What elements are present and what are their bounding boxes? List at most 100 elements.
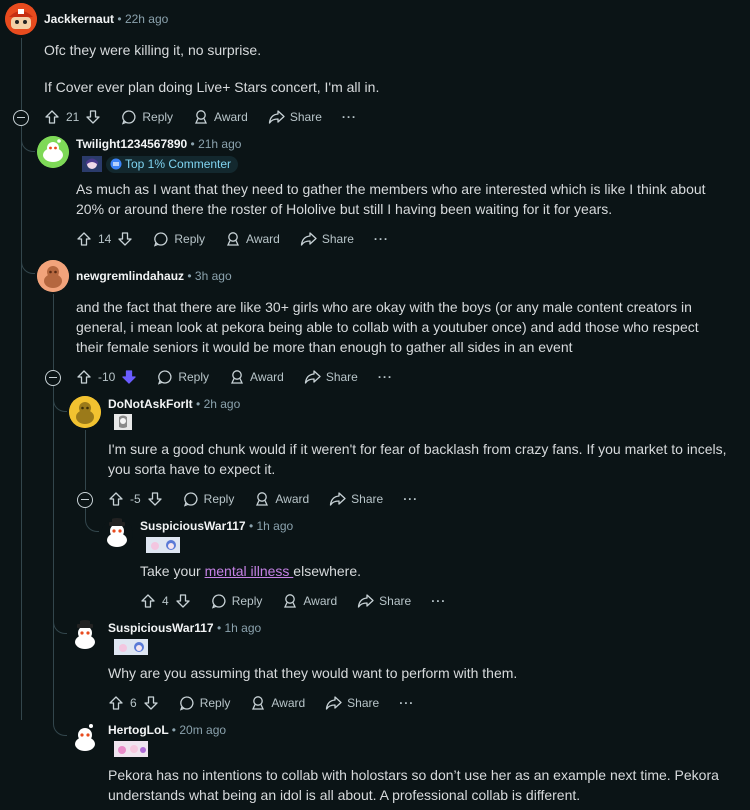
thread-line [53,386,54,716]
status-badge[interactable]: Top 1% Commenter [106,155,239,173]
username[interactable]: Jackkernaut [44,12,114,26]
timestamp[interactable]: 21h ago [198,137,241,151]
award-button[interactable]: Award [193,109,248,125]
timestamp[interactable]: 22h ago [125,12,168,26]
comment-link[interactable]: mental illness [205,563,294,579]
share-icon [268,110,285,124]
upvote-icon[interactable] [44,109,60,125]
award-label: Award [275,492,310,506]
more-options-button[interactable]: ··· [431,594,446,608]
more-options-button[interactable]: ··· [342,110,357,124]
award-icon [256,492,269,506]
collapse-icon[interactable] [45,370,61,386]
award-icon [227,232,240,246]
username[interactable]: newgremlindahauz [76,269,184,283]
collapse-icon[interactable] [13,110,29,126]
award-button[interactable]: Award [229,369,284,385]
share-icon [326,696,342,710]
downvote-icon[interactable] [175,593,191,609]
share-icon [304,370,321,384]
share-button[interactable]: Share [357,593,411,609]
reply-button[interactable]: Reply [121,109,173,125]
share-label: Share [347,696,380,710]
award-button[interactable]: Award [282,593,337,609]
upvote-icon[interactable] [108,491,124,507]
share-button[interactable]: Share [268,109,322,125]
award-label: Award [214,110,248,124]
avatar[interactable] [69,722,101,754]
username[interactable]: SuspiciousWar117 [108,621,214,635]
timestamp[interactable]: 2h ago [204,397,241,411]
username[interactable]: HertogLoL [108,723,168,737]
avatar[interactable] [37,260,69,292]
thread-elbow [21,250,35,274]
action-bar: 14 Reply Award Share ··· [76,227,409,251]
reply-icon [183,492,198,507]
reply-button[interactable]: Reply [179,695,230,711]
thread-elbow [21,124,35,152]
comment-body: As much as I want that they need to gath… [76,181,706,217]
reply-button[interactable]: Reply [183,491,234,507]
more-options-button[interactable]: ··· [399,696,414,710]
share-button[interactable]: Share [329,491,383,507]
timestamp[interactable]: 1h ago [225,621,262,635]
upvote-icon[interactable] [108,695,124,711]
thread-elbow [53,610,67,634]
downvote-icon[interactable] [121,369,137,385]
avatar[interactable] [69,396,101,428]
comment-text: elsewhere. [293,563,361,579]
reply-button[interactable]: Reply [211,593,263,609]
more-icon: ··· [373,232,389,246]
award-label: Award [246,232,280,246]
share-label: Share [289,110,322,124]
upvote-icon[interactable] [76,369,92,385]
award-icon [252,696,265,710]
comment-paragraph: Ofc they were killing it, no surprise. [44,42,262,58]
thread-line [21,124,22,720]
badge-icon [110,158,122,170]
comment-body: Pekora has no intentions to collab with … [108,767,719,803]
downvote-icon[interactable] [117,231,133,247]
downvote-icon[interactable] [85,109,101,125]
more-options-button[interactable]: ··· [374,232,389,246]
reply-icon [122,110,136,125]
username[interactable]: SuspiciousWar117 [140,519,246,533]
award-button[interactable]: Award [250,695,305,711]
timestamp[interactable]: 20m ago [179,723,226,737]
downvote-icon[interactable] [147,491,163,507]
share-button[interactable]: Share [304,369,358,385]
share-icon [300,232,317,246]
vote-count: -5 [130,492,141,506]
share-button[interactable]: Share [300,231,354,247]
username[interactable]: Twilight1234567890 [76,137,187,151]
reply-label: Reply [231,594,263,608]
award-button[interactable]: Award [225,231,280,247]
share-button[interactable]: Share [325,695,379,711]
share-icon [330,492,346,506]
username[interactable]: DoNotAskForIt [108,397,193,411]
reply-label: Reply [178,370,210,384]
avatar[interactable] [37,136,69,168]
reply-button[interactable]: Reply [157,369,209,385]
reply-button[interactable]: Reply [153,231,205,247]
comment-body: I'm sure a good chunk would if it weren'… [108,441,727,477]
more-icon: ··· [341,110,357,124]
avatar[interactable] [101,518,133,550]
more-options-button[interactable]: ··· [403,492,418,506]
timestamp[interactable]: 3h ago [195,269,232,283]
flair-image [82,156,102,172]
more-options-button[interactable]: ··· [378,370,393,384]
downvote-icon[interactable] [143,695,159,711]
upvote-icon[interactable] [76,231,92,247]
avatar[interactable] [5,3,37,35]
award-label: Award [250,370,284,384]
upvote-icon[interactable] [140,593,156,609]
award-button[interactable]: Award [254,491,309,507]
timestamp[interactable]: 1h ago [257,519,294,533]
collapse-icon[interactable] [77,492,93,508]
vote-count: 21 [66,110,80,124]
avatar[interactable] [69,620,101,652]
comment-body: Take your mental illness elsewhere. [140,561,730,581]
more-icon: ··· [431,594,447,608]
vote-count: -10 [98,370,116,384]
